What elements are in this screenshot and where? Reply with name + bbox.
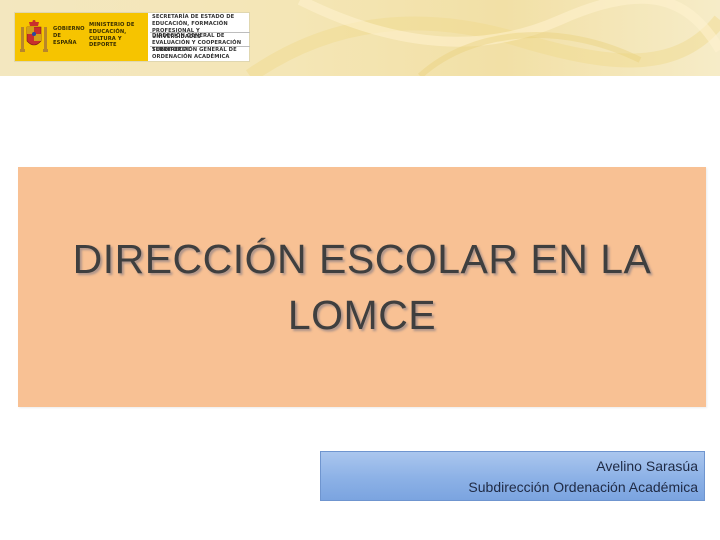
ministry-text: MINISTERIO DE EDUCACIÓN, CULTURA Y DEPOR… xyxy=(89,22,135,49)
subdirectorate-text: SUBDIRECCIÓN GENERAL DE ORDENACIÓN ACADÉ… xyxy=(152,47,237,60)
author-box: Avelino Sarasúa Subdirección Ordenación … xyxy=(320,451,705,501)
header-band: GOBIERNO DE ESPAÑA MINISTERIO DE EDUCACI… xyxy=(0,0,720,76)
author-department: Subdirección Ordenación Académica xyxy=(468,479,698,495)
government-text: GOBIERNO DE ESPAÑA xyxy=(53,26,85,46)
slide-title: DIRECCIÓN ESCOLAR EN LA LOMCE xyxy=(72,236,652,338)
ministry-logo: GOBIERNO DE ESPAÑA MINISTERIO DE EDUCACI… xyxy=(14,12,250,62)
logo-yellow-panel: GOBIERNO DE ESPAÑA MINISTERIO DE EDUCACI… xyxy=(15,13,148,61)
author-name: Avelino Sarasúa xyxy=(596,458,698,474)
slide: GOBIERNO DE ESPAÑA MINISTERIO DE EDUCACI… xyxy=(0,0,720,540)
coat-of-arms-icon xyxy=(20,20,48,52)
title-box: DIRECCIÓN ESCOLAR EN LA LOMCE xyxy=(18,167,706,407)
